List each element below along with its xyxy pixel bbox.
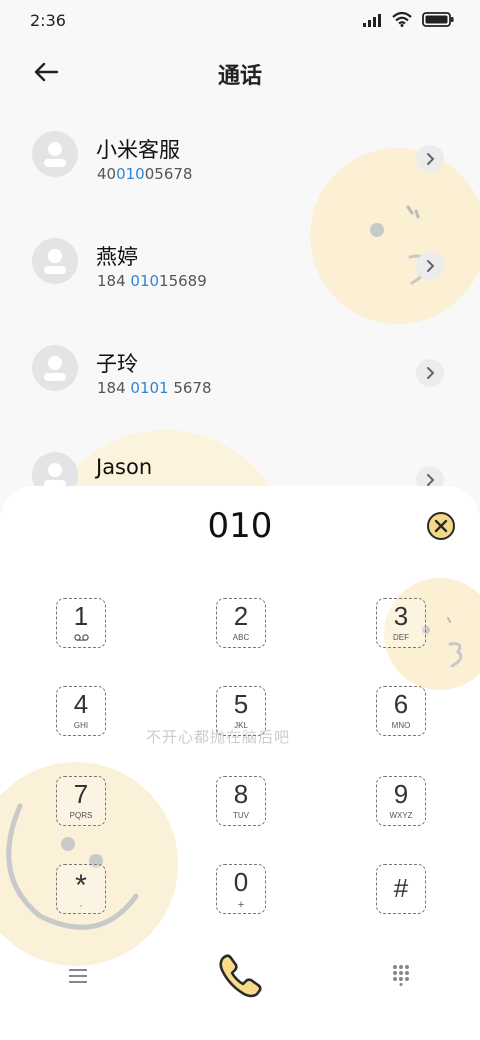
signal-icon (363, 13, 381, 27)
dialpad-panel: 010 不开心都抛在脑后吧 1 2 ABC 3 DEF 4 GHI 5 JKL 6 MNO… (0, 486, 480, 1040)
page-title: 通话 (217, 64, 262, 89)
contact-item[interactable]: 燕婷 184 01015689 (0, 217, 480, 324)
contact-name: 子玲 (96, 352, 138, 376)
dial-input[interactable]: 010 (0, 506, 480, 546)
keypad-icon[interactable] (392, 964, 410, 986)
deco-face-right (422, 617, 463, 668)
contact-name: Jason (96, 455, 153, 479)
chevron-right-icon (427, 153, 435, 165)
key-3[interactable]: 3 DEF (376, 598, 426, 648)
key-5[interactable]: 5 JKL (216, 686, 266, 736)
key-7[interactable]: 7 PQRS (56, 776, 106, 826)
chevron-right-icon (427, 260, 435, 272)
avatar (32, 131, 78, 177)
key-star[interactable]: *, (56, 864, 106, 914)
chevron-right-icon (427, 367, 435, 379)
chevron-right-icon (427, 474, 435, 486)
contact-name: 小米客服 (96, 138, 180, 162)
contact-detail-button[interactable] (416, 252, 444, 280)
key-8[interactable]: 8 TUV (216, 776, 266, 826)
key-6[interactable]: 6 MNO (376, 686, 426, 736)
status-bar: 2:36 (0, 0, 480, 44)
contact-item[interactable]: 子玲 184 0101 5678 (0, 324, 480, 431)
contact-number: 184 01015689 (97, 272, 207, 290)
menu-icon[interactable] (68, 968, 88, 984)
voicemail-icon (74, 634, 89, 641)
contact-list: 小米客服 4001005678 燕婷 184 01015689 子玲 184 0… (0, 110, 480, 538)
contact-detail-button[interactable] (416, 145, 444, 173)
header: 通话 (0, 44, 480, 100)
key-9[interactable]: 9 WXYZ (376, 776, 426, 826)
avatar (32, 238, 78, 284)
phone-icon[interactable] (214, 950, 266, 1002)
contact-name: 燕婷 (96, 245, 138, 269)
avatar (32, 345, 78, 391)
key-2[interactable]: 2 ABC (216, 598, 266, 648)
status-time: 2:36 (30, 11, 66, 30)
wifi-icon (392, 12, 412, 27)
key-hash[interactable]: # (376, 864, 426, 914)
key-0[interactable]: 0 + (216, 864, 266, 914)
key-1[interactable]: 1 (56, 598, 106, 648)
contact-number: 184 0101 5678 (97, 379, 212, 397)
contact-number: 4001005678 (97, 165, 193, 183)
contact-detail-button[interactable] (416, 359, 444, 387)
contact-item[interactable]: 小米客服 4001005678 (0, 110, 480, 217)
key-4[interactable]: 4 GHI (56, 686, 106, 736)
clear-icon[interactable] (426, 511, 456, 541)
battery-icon (422, 12, 454, 27)
